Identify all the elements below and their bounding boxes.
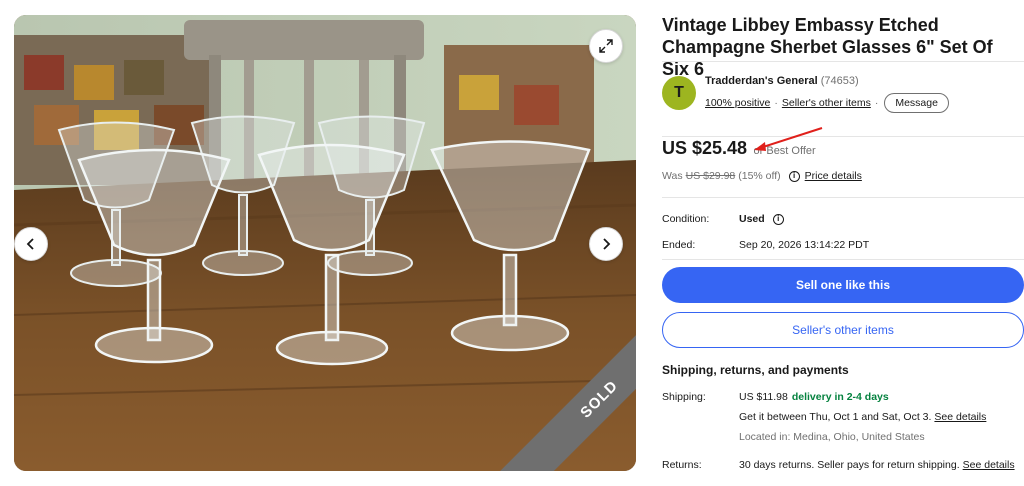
returns-see-details-link[interactable]: See details [963,459,1015,471]
previous-photo-button[interactable] [14,227,48,261]
returns-policy: 30 days returns. Seller pays for return … [739,459,960,471]
seller-links: 100% positive · Seller's other items · M… [705,92,949,114]
divider [662,197,1024,198]
chevron-right-icon [603,238,611,250]
info-icon[interactable]: i [788,170,800,182]
delivery-estimate: delivery in 2-4 days [791,391,889,403]
returns-row: 30 days returns. Seller pays for return … [739,459,1015,471]
item-photo [14,15,636,471]
sell-one-like-this-button[interactable]: Sell one like this [662,267,1024,303]
seller-avatar[interactable]: T [662,76,696,110]
shipping-section-title: Shipping, returns, and payments [662,363,849,377]
seller-name[interactable]: Tradderdan's General [705,75,818,87]
separator-dot: · [874,97,879,109]
annotation-arrow-icon [754,127,823,151]
item-price: US $25.48 [662,138,748,158]
was-label: Was [662,170,683,182]
original-price: US $29.98 [685,170,736,182]
ended-label: Ended: [662,239,696,251]
was-price-row: Was US $29.98 (15% off) i Price details [662,170,862,182]
shipping-cost-row: US $11.98 delivery in 2-4 days [739,391,889,403]
seller-other-items-button[interactable]: Seller's other items [662,312,1024,348]
separator-dot: · [774,97,778,109]
expand-icon [599,39,613,53]
ended-value: Sep 20, 2026 13:14:22 PDT [739,239,870,251]
delivery-window-row: Get it between Thu, Oct 1 and Sat, Oct 3… [739,411,986,423]
price-details-link[interactable]: Price details [805,170,862,182]
item-info-panel: Vintage Libbey Embassy Etched Champagne … [662,14,1024,471]
seller-positive-feedback-link[interactable]: 100% positive [705,97,770,109]
seller-feedback-score: (74653) [820,75,859,87]
delivery-window: Get it between Thu, Oct 1 and Sat, Oct 3… [739,411,932,423]
shipping-label: Shipping: [662,391,706,403]
condition-label: Condition: [662,213,710,225]
seller-name-line: Tradderdan's General (74653) [705,75,859,87]
message-seller-button[interactable]: Message [884,93,949,113]
chevron-left-icon [26,238,34,250]
seller-card: T Tradderdan's General (74653) 100% posi… [662,61,1024,137]
shipping-cost: US $11.98 [739,391,788,403]
returns-label: Returns: [662,459,702,471]
condition-value-row: Used i [739,213,789,225]
divider [662,259,1024,260]
item-photo-gallery[interactable]: SOLD [14,15,636,471]
discount-percent: (15% off) [738,170,781,182]
item-location: Located in: Medina, Ohio, United States [739,431,925,443]
shipping-see-details-link[interactable]: See details [934,411,986,423]
next-photo-button[interactable] [589,227,623,261]
info-icon[interactable]: i [772,213,784,225]
expand-photo-button[interactable] [589,29,623,63]
seller-other-items-link[interactable]: Seller's other items [782,97,871,109]
condition-value: Used [739,213,765,225]
